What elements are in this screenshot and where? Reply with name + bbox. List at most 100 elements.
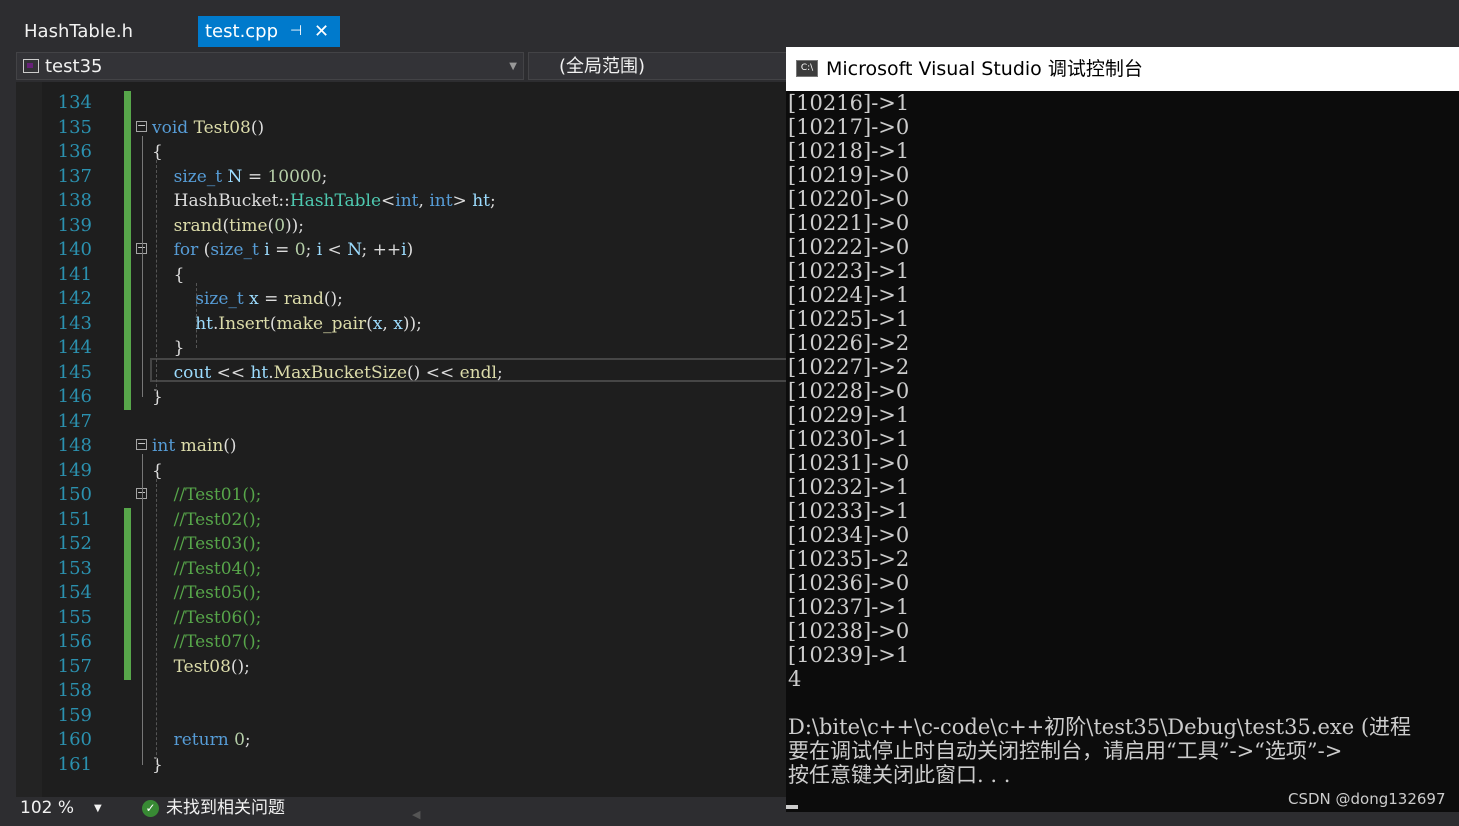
code-line[interactable]: 141 {	[16, 262, 786, 288]
change-indicator	[124, 581, 131, 606]
code-text[interactable]: int main()	[152, 434, 237, 458]
code-line[interactable]: 139 srand(time(0));	[16, 213, 786, 239]
change-indicator	[124, 532, 131, 557]
line-number: 149	[57, 459, 92, 481]
code-line[interactable]: 155 //Test06();	[16, 605, 786, 631]
code-line[interactable]: 137 size_t N = 10000;	[16, 164, 786, 190]
code-text[interactable]: //Test01();	[152, 483, 262, 507]
code-line[interactable]: 159	[16, 704, 786, 728]
code-line[interactable]: 140− for (size_t i = 0; i < N; ++i)	[16, 238, 786, 263]
line-number: 158	[57, 680, 92, 701]
code-line[interactable]: 156 //Test07();	[16, 630, 786, 655]
code-text[interactable]: }	[152, 753, 163, 777]
code-text[interactable]: srand(time(0));	[152, 214, 304, 238]
code-line[interactable]: 149 {	[16, 459, 786, 483]
change-indicator	[124, 507, 131, 533]
code-text[interactable]: return 0;	[152, 728, 251, 752]
code-line[interactable]: 143 ht.Insert(make_pair(x, x));	[16, 311, 786, 337]
code-line[interactable]: 157 Test08();	[16, 654, 786, 680]
console-line: [10234]->0	[788, 523, 910, 547]
code-line[interactable]: 147	[16, 410, 786, 434]
collapse-icon[interactable]: −	[136, 438, 147, 450]
code-text[interactable]: //Test06();	[152, 606, 262, 630]
code-text[interactable]: Test08();	[152, 655, 250, 679]
line-number: 146	[57, 386, 92, 407]
line-number: 140	[57, 239, 92, 260]
scope-dropdown[interactable]: (全局范围)	[528, 52, 788, 80]
code-text[interactable]: //Test05();	[152, 581, 262, 605]
code-text[interactable]: for (size_t i = 0; i < N; ++i)	[152, 238, 414, 262]
console-line: [10237]->1	[788, 595, 910, 619]
code-line[interactable]: 148 − int main()	[16, 434, 786, 458]
tab-label: HashTable.h	[24, 21, 134, 42]
scope-label: (全局范围)	[559, 56, 646, 77]
change-indicator	[124, 630, 131, 655]
code-text[interactable]: ht.Insert(make_pair(x, x));	[152, 312, 422, 336]
chevron-down-icon[interactable]: ▼	[94, 797, 102, 820]
code-text[interactable]: {	[152, 140, 163, 164]
code-line[interactable]: 152 //Test03();	[16, 532, 786, 557]
close-icon[interactable]: ✕	[314, 16, 329, 47]
code-text[interactable]: void Test08()	[152, 116, 264, 140]
code-text[interactable]: //Test07();	[152, 630, 262, 654]
change-indicator	[124, 115, 131, 141]
code-line[interactable]: 150− //Test01();	[16, 483, 786, 507]
scope-outline	[142, 454, 143, 765]
code-text[interactable]: HashBucket::HashTable<int, int> ht;	[152, 189, 496, 213]
code-line[interactable]: 138 HashBucket::HashTable<int, int> ht;	[16, 189, 786, 214]
console-line: [10230]->1	[788, 427, 910, 451]
code-text[interactable]: //Test03();	[152, 532, 262, 556]
console-title-bar[interactable]: C:\ Microsoft Visual Studio 调试控制台	[786, 47, 1459, 91]
code-line[interactable]: 158	[16, 679, 786, 703]
code-text[interactable]: //Test04();	[152, 557, 262, 581]
console-line: [10224]->1	[788, 283, 910, 307]
editor-status-bar: 102 % ▼ ✓ 未找到相关问题 ◀	[16, 797, 786, 821]
code-line[interactable]: 135 − void Test08()	[16, 115, 786, 141]
line-number: 147	[57, 410, 92, 432]
code-line[interactable]: 160 return 0;	[16, 728, 786, 752]
debug-console-window[interactable]: C:\ Microsoft Visual Studio 调试控制台 [10216…	[786, 47, 1459, 812]
code-text[interactable]: size_t N = 10000;	[152, 165, 328, 189]
project-dropdown[interactable]: test35 ▼	[16, 52, 524, 80]
console-line: [10219]->0	[788, 163, 910, 187]
code-text[interactable]: //Test02();	[152, 508, 262, 532]
code-line[interactable]: 134	[16, 91, 786, 116]
code-text[interactable]: cout << ht.MaxBucketSize() << endl;	[152, 361, 503, 385]
code-editor[interactable]: 134 135− void Test08() 136 {137 size_t N = 1…	[16, 82, 786, 797]
line-number: 150	[57, 484, 92, 505]
change-indicator	[124, 605, 131, 631]
code-line[interactable]: 154 //Test05();	[16, 581, 786, 606]
code-text[interactable]: size_t x = rand();	[152, 287, 343, 311]
console-line: [10236]->0	[788, 571, 910, 595]
code-line[interactable]: 142 size_t x = rand();	[16, 287, 786, 312]
console-line: [10222]->0	[788, 235, 910, 259]
console-line: [10229]->1	[788, 403, 910, 427]
change-indicator	[124, 311, 131, 337]
collapse-icon[interactable]: −	[136, 120, 147, 132]
code-line[interactable]: 153 //Test04();	[16, 556, 786, 582]
tab-test-cpp[interactable]: test.cpp ⊣ ✕	[198, 16, 340, 47]
code-text[interactable]: {	[152, 459, 163, 483]
issues-status[interactable]: 未找到相关问题	[166, 797, 285, 820]
left-tool-strip	[0, 47, 16, 820]
tab-hashtable-h[interactable]: HashTable.h	[16, 16, 196, 47]
code-line[interactable]: 145 cout << ht.MaxBucketSize() << endl;	[16, 360, 786, 386]
console-line: [10231]->0	[788, 451, 910, 475]
console-line: 要在调试停止时自动关闭控制台，请启用“工具”->“选项”->	[788, 739, 1343, 763]
code-line[interactable]: 161}	[16, 753, 786, 777]
pin-icon[interactable]: ⊣	[290, 16, 302, 47]
console-line: [10223]->1	[788, 259, 910, 283]
watermark: CSDN @dong132697	[1288, 790, 1446, 808]
console-line: 按任意键关闭此窗口. . .	[788, 763, 1011, 787]
code-text[interactable]: }	[152, 385, 163, 409]
code-line[interactable]: 146}	[16, 385, 786, 410]
line-number: 136	[57, 141, 92, 162]
code-line[interactable]: 151 //Test02();	[16, 507, 786, 533]
change-indicator	[124, 385, 131, 410]
chevron-down-icon[interactable]: ▼	[509, 53, 517, 81]
code-line[interactable]: 144 }	[16, 336, 786, 361]
scroll-left-icon[interactable]: ◀	[412, 803, 420, 826]
zoom-level[interactable]: 102 %	[20, 797, 74, 820]
code-line[interactable]: 136 {	[16, 140, 786, 165]
check-circle-icon: ✓	[142, 800, 159, 817]
